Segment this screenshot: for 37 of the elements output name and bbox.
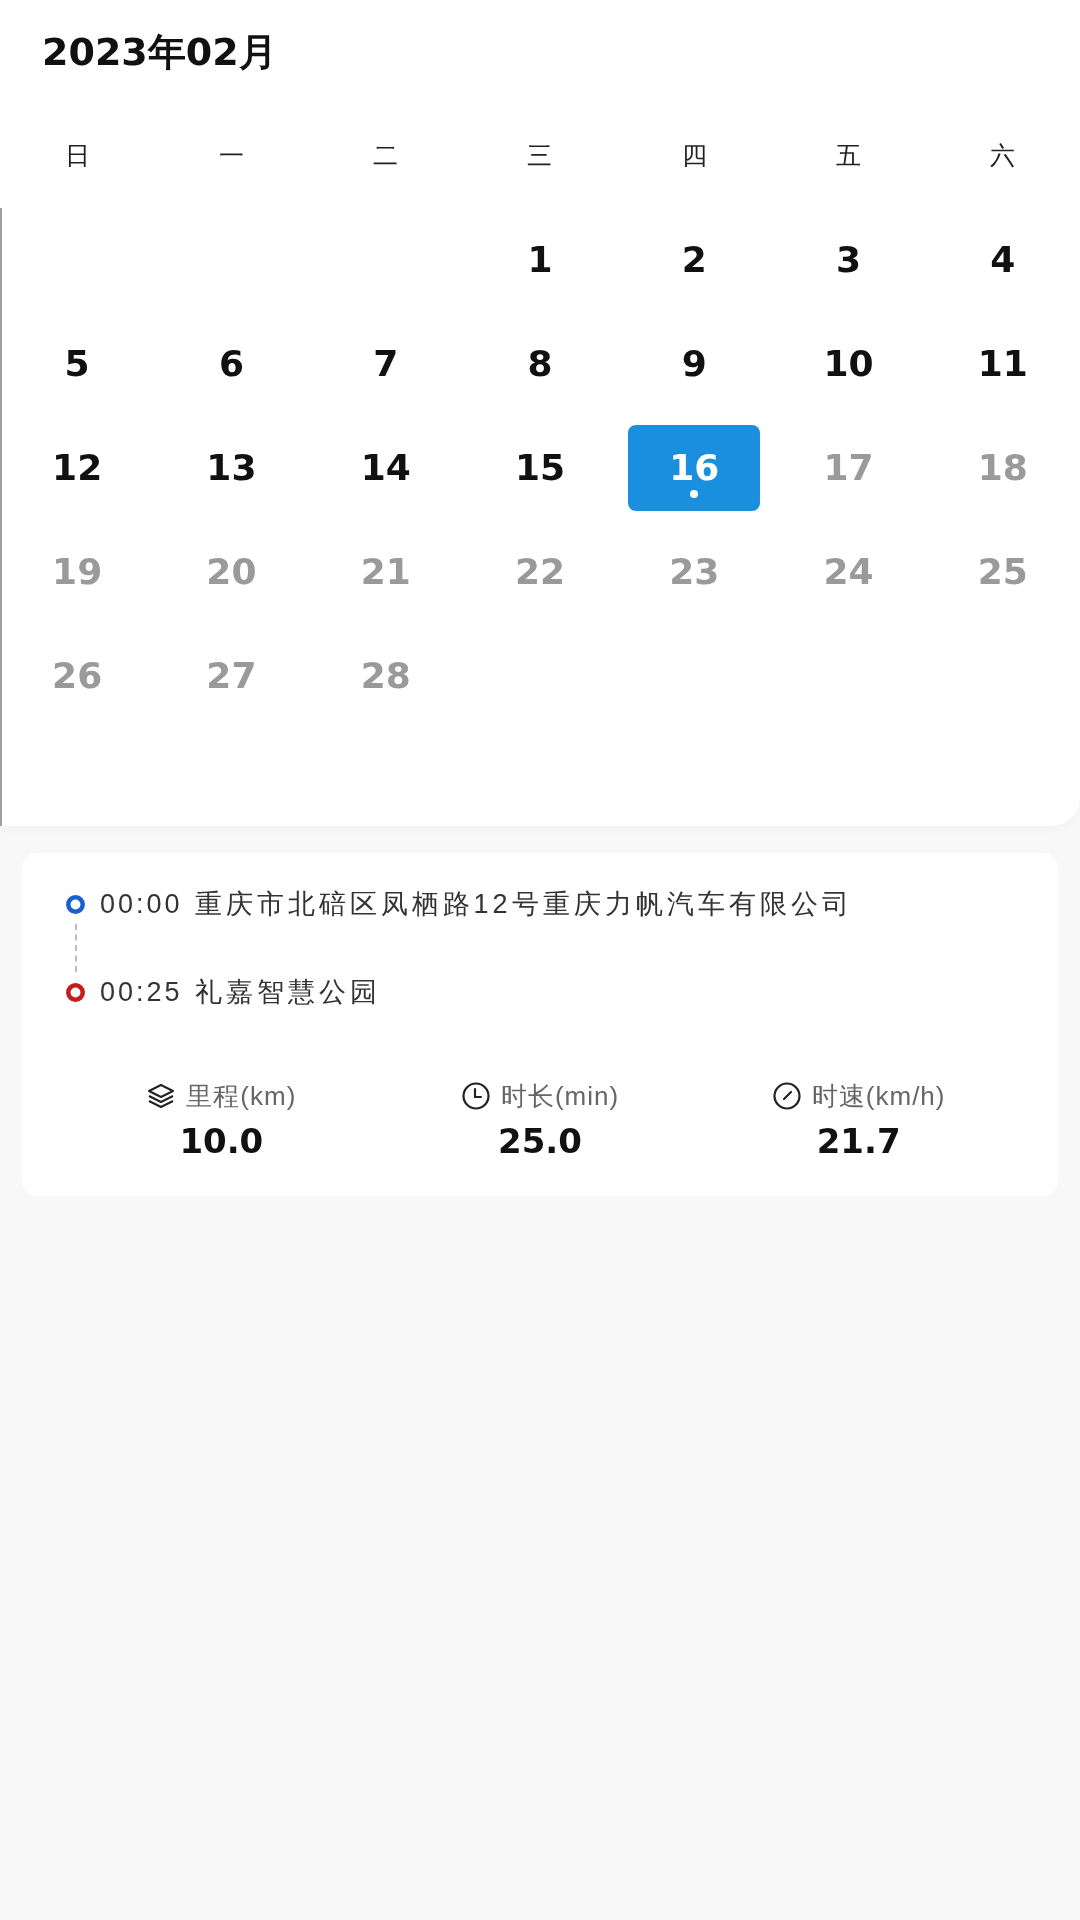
weekday-label: 二	[373, 140, 399, 170]
date-cell[interactable]: 7	[369, 342, 403, 386]
weekday-label: 三	[527, 140, 553, 170]
dashed-connector	[74, 924, 77, 972]
weekday-label: 五	[836, 140, 862, 170]
stat-value: 10.0	[179, 1120, 264, 1163]
weekday-label: 日	[64, 140, 90, 170]
date-cell[interactable]: 9	[677, 342, 711, 386]
weekday-label: 四	[681, 140, 707, 170]
stat-label: 时长(min)	[500, 1079, 620, 1113]
date-cell[interactable]: 14	[356, 446, 415, 490]
weekday-label: 六	[990, 140, 1016, 170]
stat-label: 时速(km/h)	[811, 1079, 946, 1113]
date-cell[interactable]: 5	[60, 342, 94, 386]
date-cell[interactable]: 1	[523, 238, 557, 282]
weekday-label: 一	[218, 140, 244, 170]
date-cell[interactable]: 6	[214, 342, 248, 386]
stop-address: 重庆市北碚区凤栖路12号重庆力帆汽车有限公司	[194, 888, 853, 921]
layers-icon	[146, 1081, 177, 1111]
date-cell[interactable]: 3	[832, 238, 866, 282]
stop-address: 礼嘉智慧公园	[194, 976, 381, 1009]
date-cell[interactable]: 15	[510, 446, 570, 490]
stat-value: 25.0	[498, 1120, 582, 1163]
stat-value: 21.7	[816, 1120, 901, 1163]
date-cell[interactable]: 11	[973, 342, 1032, 386]
date-cell[interactable]: 8	[523, 342, 557, 386]
date-cell[interactable]: 2	[677, 238, 711, 282]
date-cell[interactable]: 4	[986, 238, 1020, 282]
date-cell[interactable]: 12	[48, 446, 107, 490]
date-cell[interactable]: 10	[819, 342, 878, 386]
month-title: 2023年02月	[42, 29, 277, 76]
gauge-icon	[771, 1081, 802, 1111]
clock-icon	[460, 1081, 491, 1111]
date-cell[interactable]: 13	[202, 446, 261, 490]
stat-label: 里程(km)	[186, 1079, 297, 1113]
stop-time: 00:25	[100, 976, 183, 1008]
stop-time: 00:00	[100, 888, 183, 920]
